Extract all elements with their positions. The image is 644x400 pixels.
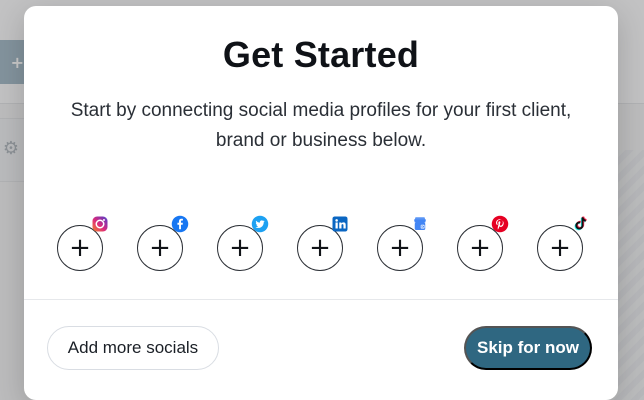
social-google-business: + bbox=[377, 213, 426, 271]
instagram-icon bbox=[91, 215, 109, 233]
social-pinterest: + bbox=[457, 213, 509, 271]
modal-divider bbox=[24, 299, 618, 300]
pinterest-icon bbox=[491, 215, 509, 233]
google-business-icon bbox=[411, 215, 429, 233]
twitter-icon bbox=[251, 215, 269, 233]
modal-title: Get Started bbox=[222, 34, 420, 75]
linkedin-icon bbox=[331, 215, 349, 233]
social-facebook: + bbox=[137, 213, 189, 271]
social-linkedin: + bbox=[297, 213, 348, 271]
social-connect-row: + + + + + + + bbox=[57, 206, 587, 271]
tiktok-icon bbox=[571, 215, 589, 233]
facebook-icon bbox=[171, 215, 189, 233]
social-tiktok: + bbox=[537, 213, 587, 271]
add-more-socials-button[interactable]: Add more socials bbox=[47, 326, 219, 370]
social-twitter: + bbox=[217, 213, 269, 271]
social-instagram: + bbox=[57, 213, 108, 271]
skip-for-now-button[interactable]: Skip for now bbox=[464, 326, 592, 370]
modal-subtitle: Start by connecting social media profile… bbox=[70, 100, 572, 151]
get-started-modal: Get Started Start by connecting social m… bbox=[24, 6, 618, 400]
